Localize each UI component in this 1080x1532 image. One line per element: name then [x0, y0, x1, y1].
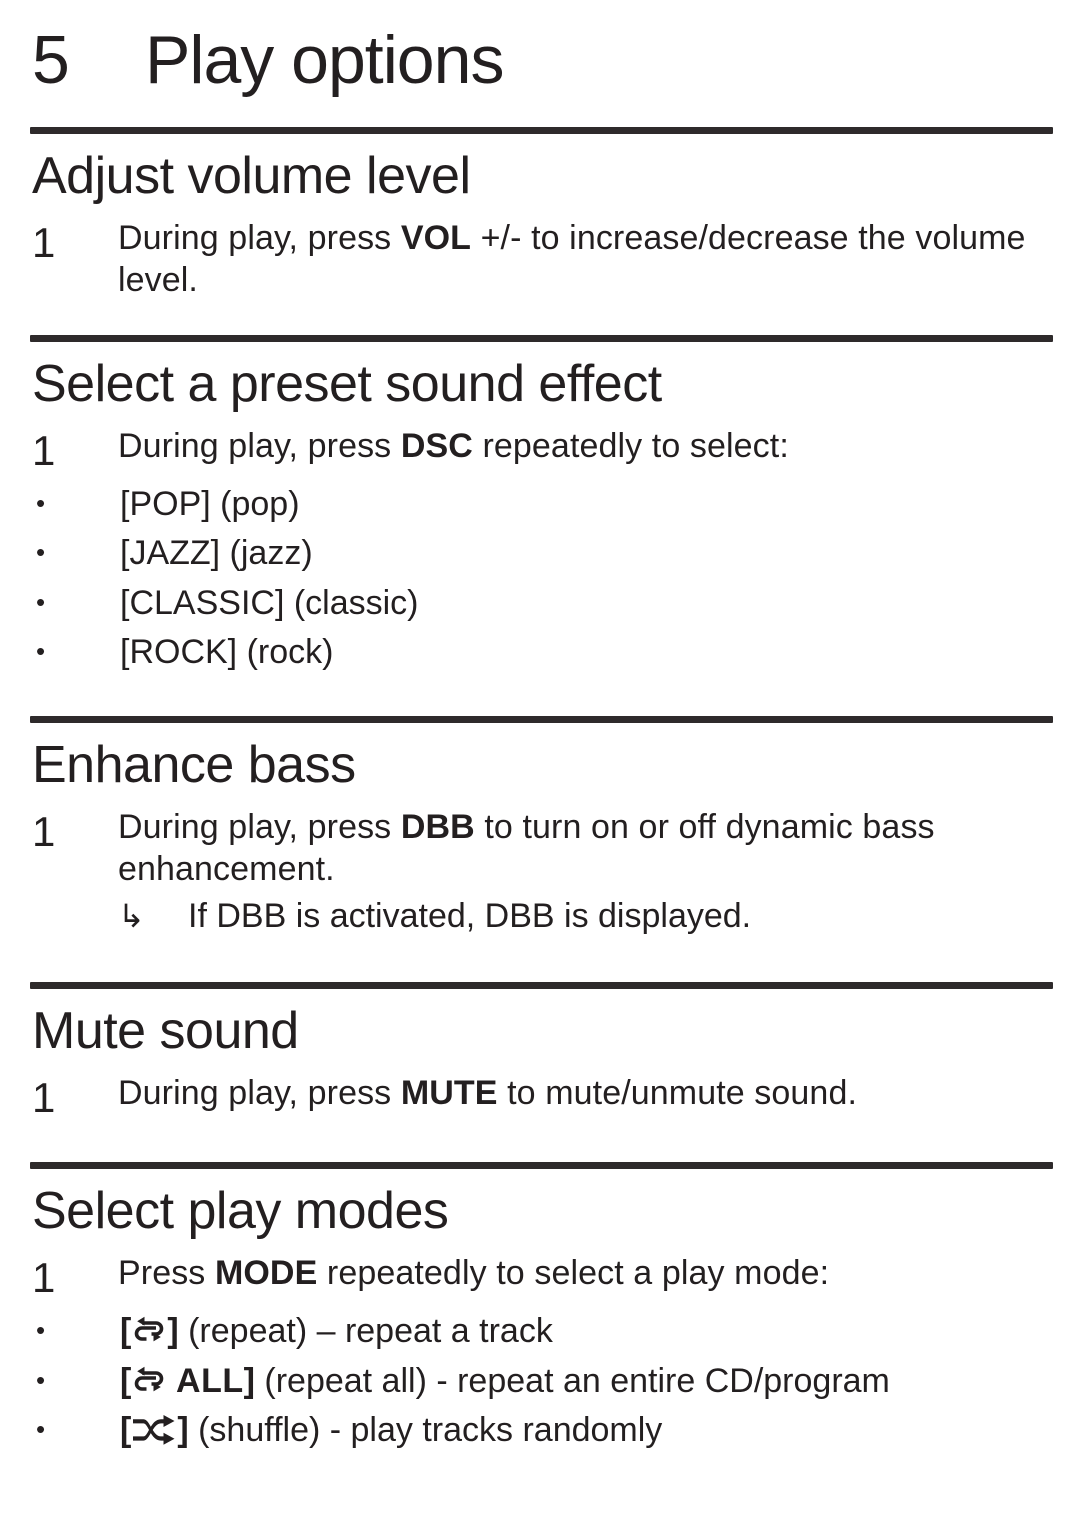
step-number: 1 — [32, 808, 55, 856]
list-item-label: [ROCK] (rock) — [120, 633, 334, 672]
repeat-all-label: ALL — [167, 1361, 244, 1400]
bullet-icon: • — [36, 1414, 46, 1445]
bullet-icon: • — [36, 636, 46, 667]
section-divider-1 — [30, 127, 1053, 134]
step-text-part: to mute/unmute sound. — [497, 1073, 857, 1112]
step-item: 1 During play, press DBB to turn on or o… — [32, 807, 1050, 890]
section-divider-4 — [30, 981, 1053, 989]
step-number: 1 — [32, 219, 55, 267]
sub-note-text: If DBB is activated, DBB is displayed. — [188, 897, 752, 936]
step-text-keyword: MUTE — [400, 1073, 498, 1112]
list-item-label: [POP] (pop) — [120, 484, 300, 523]
step-text: During play, press DBB to turn on or off… — [118, 807, 1050, 890]
section-divider-3 — [30, 715, 1053, 723]
section-title-mute-sound: Mute sound — [32, 1001, 299, 1060]
repeat-all-icon — [132, 1366, 166, 1396]
step-item: 1 Press MODE repeatedly to select a play… — [32, 1253, 1050, 1303]
step-text-part: Press — [118, 1254, 215, 1293]
list-item: • [] (repeat) – repeat a track — [32, 1305, 1050, 1355]
chapter-header: 5 Play options — [0, 0, 1080, 94]
step-number: 1 — [32, 427, 55, 475]
section-adjust-volume: Adjust volume level 1 During play, press… — [0, 148, 1080, 301]
list-item-description: (repeat all) - repeat an entire CD/progr… — [254, 1361, 890, 1400]
sub-note: ↳ If DBB is activated, DBB is displayed. — [32, 896, 1050, 937]
section-enhance-bass: Enhance bass 1 During play, press DBB to… — [0, 737, 1080, 938]
list-item: • [CLASSIC] (classic) — [32, 577, 1050, 627]
step-item: 1 During play, press MUTE to mute/unmute… — [32, 1073, 1050, 1123]
section-title-enhance-bass: Enhance bass — [32, 735, 356, 794]
list-item-label: [CLASSIC] (classic) — [120, 583, 419, 622]
page-title: Play options — [145, 22, 504, 98]
bullet-icon: • — [36, 1364, 46, 1395]
repeat-icon — [132, 1316, 166, 1346]
step-text-keyword: DSC — [400, 427, 473, 466]
section-select-play-modes: Select play modes 1 Press MODE repeatedl… — [0, 1183, 1080, 1453]
section-title-preset-sound-effect: Select a preset sound effect — [32, 355, 662, 414]
step-number: 1 — [32, 1254, 55, 1302]
bracket-close: ] — [243, 1361, 255, 1400]
section-mute-sound: Mute sound 1 During play, press MUTE to … — [0, 1001, 1080, 1123]
section-divider-5 — [30, 1162, 1053, 1170]
list-item-label: [JAZZ] (jazz) — [120, 534, 313, 573]
arrow-down-right-icon: ↳ — [118, 898, 145, 935]
section-title-select-play-modes: Select play modes — [32, 1182, 449, 1241]
step-text-keyword: VOL — [400, 219, 472, 258]
chapter-number: 5 — [32, 22, 70, 98]
step-text: Press MODE repeatedly to select a play m… — [118, 1253, 1050, 1294]
play-mode-list: • [] (repeat) – repeat a track • [ ALL] … — [32, 1305, 1050, 1454]
bullet-icon: • — [36, 537, 46, 568]
bracket-open: [ — [120, 1411, 132, 1450]
section-divider-2 — [30, 335, 1053, 343]
list-item: • [POP] (pop) — [32, 478, 1050, 528]
step-text-part: During play, press — [118, 808, 401, 847]
bullet-icon: • — [36, 1314, 46, 1345]
step-text: During play, press MUTE to mute/unmute s… — [118, 1073, 1050, 1114]
sound-effect-list: • [POP] (pop) • [JAZZ] (jazz) • [CLASSIC… — [32, 478, 1050, 676]
step-text-part: During play, press — [118, 1073, 401, 1112]
bracket-open: [ — [120, 1361, 132, 1400]
document-page: 5 Play options Adjust volume level 1 Dur… — [0, 0, 1080, 1532]
shuffle-icon — [132, 1415, 176, 1445]
bracket-open: [ — [120, 1311, 132, 1350]
step-text-part: repeatedly to select: — [472, 427, 789, 466]
step-item: 1 During play, press VOL +/- to increase… — [32, 218, 1050, 301]
section-title-adjust-volume: Adjust volume level — [32, 147, 471, 205]
list-item: • [ROCK] (rock) — [32, 626, 1050, 676]
bullet-icon: • — [36, 586, 46, 617]
step-text: During play, press VOL +/- to increase/d… — [118, 218, 1050, 301]
bullet-icon: • — [36, 487, 46, 518]
list-item-label: [] (repeat) – repeat a track — [120, 1309, 1050, 1355]
step-text-part: During play, press — [118, 219, 401, 258]
bracket-close: ] — [177, 1411, 189, 1450]
list-item-label: [] (shuffle) - play tracks randomly — [120, 1408, 1050, 1454]
bracket-close: ] — [167, 1311, 179, 1350]
section-preset-sound-effect: Select a preset sound effect 1 During pl… — [0, 356, 1080, 676]
list-item: • [JAZZ] (jazz) — [32, 527, 1050, 577]
step-text: During play, press DSC repeatedly to sel… — [118, 426, 1050, 467]
list-item: • [ ALL] (repeat all) - repeat an entire… — [32, 1355, 1050, 1405]
step-text-part: repeatedly to select a play mode: — [317, 1254, 830, 1293]
list-item-label: [ ALL] (repeat all) - repeat an entire C… — [120, 1359, 1050, 1405]
list-item-description: (repeat) – repeat a track — [178, 1311, 553, 1350]
step-text-keyword: DBB — [400, 808, 475, 847]
step-text-part: During play, press — [118, 427, 401, 466]
step-number: 1 — [32, 1073, 55, 1121]
list-item-description: (shuffle) - play tracks randomly — [188, 1411, 663, 1450]
step-item: 1 During play, press DSC repeatedly to s… — [32, 426, 1050, 476]
step-text-keyword: MODE — [214, 1254, 318, 1293]
list-item: • [] (shuffle) - play tracks randomly — [32, 1404, 1050, 1454]
